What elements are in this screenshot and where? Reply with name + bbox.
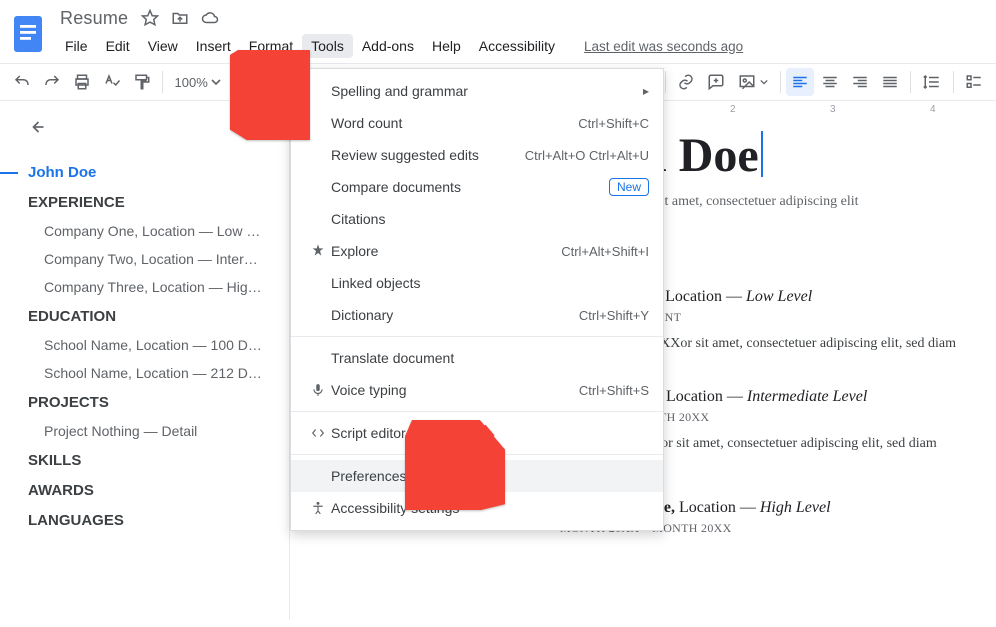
- tools-voice-typing[interactable]: Voice typingCtrl+Shift+S: [291, 374, 663, 406]
- outline-item[interactable]: Company Two, Location — Inter…: [28, 245, 268, 273]
- paint-format-button[interactable]: [128, 68, 156, 96]
- text-cursor: [761, 131, 763, 177]
- tools-word-count[interactable]: Word countCtrl+Shift+C: [291, 107, 663, 139]
- align-left-button[interactable]: [786, 68, 814, 96]
- shortcut-label: Ctrl+Shift+C: [578, 116, 649, 131]
- outline-item[interactable]: Company Three, Location — Hig…: [28, 273, 268, 301]
- redo-button[interactable]: [38, 68, 66, 96]
- outline-item[interactable]: School Name, Location — 100 D…: [28, 331, 268, 359]
- mic-icon: [305, 382, 331, 398]
- doc-subtitle: or sit amet, consectetuer adipiscing eli…: [640, 194, 978, 210]
- menu-addons[interactable]: Add-ons: [353, 34, 423, 58]
- ruler-tick: 2: [730, 104, 736, 115]
- last-edit-link[interactable]: Last edit was seconds ago: [584, 39, 743, 54]
- tools-review-suggested-edits[interactable]: Review suggested editsCtrl+Alt+O Ctrl+Al…: [291, 139, 663, 171]
- tools-linked-objects[interactable]: Linked objects: [291, 267, 663, 299]
- insert-image-button[interactable]: [732, 68, 774, 96]
- doc-company-one-dates: SENT: [650, 310, 978, 325]
- submenu-arrow-icon: ▸: [643, 84, 649, 98]
- menu-format[interactable]: Format: [240, 34, 302, 58]
- tools-translate-document[interactable]: Translate document: [291, 342, 663, 374]
- doc-company-one-heading: e, Location — Low Level: [650, 288, 978, 306]
- document-title[interactable]: Resume: [60, 8, 128, 29]
- new-badge: New: [609, 178, 649, 196]
- spellcheck-button[interactable]: [98, 68, 126, 96]
- star-icon[interactable]: [138, 6, 162, 30]
- explore-icon: [305, 243, 331, 259]
- outline-panel: John Doe EXPERIENCE Company One, Locatio…: [0, 101, 290, 620]
- outline-heading-awards[interactable]: AWARDS: [28, 475, 271, 505]
- shortcut-label: Ctrl+Shift+Y: [579, 308, 649, 323]
- outline-heading-skills[interactable]: SKILLS: [28, 445, 271, 475]
- ruler-tick: 3: [830, 104, 836, 115]
- outline-heading-experience[interactable]: EXPERIENCE: [28, 187, 271, 217]
- checklist-button[interactable]: [960, 68, 988, 96]
- menu-edit[interactable]: Edit: [97, 34, 139, 58]
- tools-preferences[interactable]: Preferences: [291, 460, 663, 492]
- outline-heading-languages[interactable]: LANGUAGES: [28, 505, 271, 535]
- tools-accessibility-settings[interactable]: Accessibility settings: [291, 492, 663, 524]
- tools-script-editor[interactable]: Script editor: [291, 417, 663, 449]
- shortcut-label: Ctrl+Alt+Shift+I: [561, 244, 649, 259]
- tools-spelling-grammar[interactable]: Spelling and grammar▸: [291, 75, 663, 107]
- tools-citations[interactable]: Citations: [291, 203, 663, 235]
- zoom-select[interactable]: 100%: [169, 75, 227, 90]
- shortcut-label: Ctrl+Alt+O Ctrl+Alt+U: [525, 148, 649, 163]
- outline-heading-education[interactable]: EDUCATION: [28, 301, 271, 331]
- tools-dropdown: Spelling and grammar▸ Word countCtrl+Shi…: [290, 68, 664, 531]
- script-icon: [305, 426, 331, 440]
- outline-item[interactable]: School Name, Location — 212 D…: [28, 359, 268, 387]
- tools-dictionary[interactable]: DictionaryCtrl+Shift+Y: [291, 299, 663, 331]
- menu-view[interactable]: View: [139, 34, 187, 58]
- outline-heading-projects[interactable]: PROJECTS: [28, 387, 271, 417]
- menu-file[interactable]: File: [56, 34, 97, 58]
- docs-logo-icon[interactable]: [8, 8, 48, 60]
- menu-help[interactable]: Help: [423, 34, 470, 58]
- outline-heading-title[interactable]: John Doe: [28, 158, 271, 187]
- move-icon[interactable]: [168, 6, 192, 30]
- accessibility-icon: [305, 500, 331, 516]
- tools-explore[interactable]: ExploreCtrl+Alt+Shift+I: [291, 235, 663, 267]
- doc-company-two-heading: o, Location — Intermediate Level: [650, 388, 978, 406]
- outline-item[interactable]: Company One, Location — Low …: [28, 217, 268, 245]
- insert-link-button[interactable]: [672, 68, 700, 96]
- menu-tools[interactable]: Tools: [302, 34, 353, 58]
- print-button[interactable]: [68, 68, 96, 96]
- add-comment-button[interactable]: [702, 68, 730, 96]
- outline-close-button[interactable]: [26, 117, 271, 140]
- align-right-button[interactable]: [846, 68, 874, 96]
- undo-button[interactable]: [8, 68, 36, 96]
- menu-accessibility[interactable]: Accessibility: [470, 34, 564, 58]
- doc-company-two-dates: NTH 20XX: [650, 410, 978, 425]
- outline-item[interactable]: Project Nothing — Detail: [28, 417, 268, 445]
- menubar: File Edit View Insert Format Tools Add-o…: [56, 30, 996, 63]
- ruler-tick: 4: [930, 104, 936, 115]
- tools-compare-documents[interactable]: Compare documentsNew: [291, 171, 663, 203]
- zoom-value: 100%: [175, 75, 208, 90]
- cloud-status-icon[interactable]: [198, 6, 222, 30]
- line-spacing-button[interactable]: [917, 68, 947, 96]
- shortcut-label: Ctrl+Shift+S: [579, 383, 649, 398]
- menu-insert[interactable]: Insert: [187, 34, 240, 58]
- align-center-button[interactable]: [816, 68, 844, 96]
- align-justify-button[interactable]: [876, 68, 904, 96]
